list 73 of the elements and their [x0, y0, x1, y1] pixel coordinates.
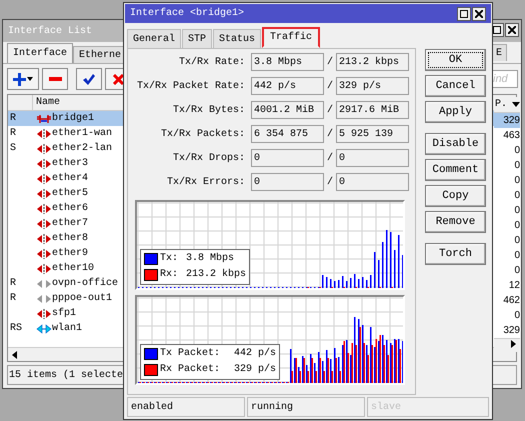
field-label: Tx/Rx Bytes:	[172, 104, 246, 118]
table-cell-text: 0	[514, 204, 520, 218]
table-cell-text: 0	[514, 174, 520, 188]
interface-name: ether1-wan	[52, 126, 112, 141]
rx-field: 0	[336, 149, 409, 167]
legend-value: 442 p/s	[234, 347, 276, 361]
tx-field: 442 p/s	[251, 77, 324, 95]
table-cell-text: 0	[514, 264, 520, 278]
legend-value: 329 p/s	[234, 363, 276, 377]
interface-name: ether4	[52, 172, 88, 186]
rx-field: 5 925 139	[336, 125, 409, 143]
rx-field: 329 p/s	[336, 77, 409, 95]
interface-name: ether2-lan	[52, 142, 112, 156]
tx-field: 3.8 Mbps	[251, 53, 324, 71]
table-cell-text: 0	[514, 309, 520, 323]
interface-name: ether9	[52, 246, 88, 261]
window-title: Interface <bridge1>	[130, 6, 244, 21]
legend-value: 213.2 kbps	[186, 268, 246, 282]
table-cell-text: 0	[514, 249, 520, 263]
table-cell-text: 0	[514, 159, 520, 173]
status-text: 15 items (1 selecte	[9, 368, 124, 382]
field-label: Tx/Rx Packet Rate:	[136, 80, 246, 94]
tx-field: 4001.2 MiB	[251, 101, 324, 119]
flag-cell-text: R	[9, 112, 18, 126]
flag-cell-text: S	[9, 142, 18, 156]
table-cell-text: 0	[514, 144, 520, 158]
separator: /	[326, 128, 334, 142]
interface-name: pppoe-out1	[52, 292, 112, 306]
flag-cell-text: R	[9, 277, 18, 291]
field-label: Tx/Rx Drops:	[172, 152, 246, 166]
rx-field: 2917.6 MiB	[336, 101, 409, 119]
legend-label: Tx Packet:	[160, 347, 222, 361]
table-cell-text: 329	[503, 324, 520, 338]
interface-name: ether5	[52, 186, 88, 201]
separator: /	[326, 56, 334, 70]
tx-field: 6 354 875	[251, 125, 324, 143]
interface-name: sfp1	[52, 306, 76, 321]
interface-name: ether6	[52, 202, 88, 216]
table-cell-text: 0	[514, 189, 520, 203]
rx-field: 213.2 kbps	[336, 53, 409, 71]
legend-label: Rx:	[160, 268, 180, 282]
tx-field: 0	[251, 149, 324, 167]
field-label: Tx/Rx Errors:	[166, 176, 246, 190]
table-cell-text: 329	[503, 114, 520, 128]
flag-cell-text: R	[9, 127, 18, 141]
table-cell-text: 12	[508, 279, 520, 293]
flag-cell-text: RS	[9, 322, 24, 336]
table-cell-text: 0	[514, 234, 520, 248]
legend-value: 3.8 Mbps	[186, 252, 234, 266]
window-title: Interface List	[8, 24, 92, 38]
interface-name: ether8	[52, 232, 88, 246]
interface-name: ether3	[52, 156, 88, 171]
interface-name: ovpn-office	[52, 276, 118, 291]
rx-field: 0	[336, 173, 409, 191]
field-label: Tx/Rx Packets:	[160, 128, 246, 142]
status-field: running	[247, 397, 365, 417]
table-cell-text: 0	[514, 219, 520, 233]
status-field: enabled	[127, 397, 245, 417]
separator: /	[326, 104, 334, 118]
legend-label: Rx Packet:	[160, 363, 222, 377]
field-label: Tx/Rx Rate:	[178, 56, 246, 70]
interface-name: bridge1	[52, 112, 94, 126]
interface-name: wlan1	[52, 322, 82, 336]
separator: /	[326, 176, 334, 190]
separator: /	[326, 152, 334, 166]
flag-cell-text: R	[9, 292, 18, 306]
table-cell-text: 463	[503, 129, 520, 143]
tx-field: 0	[251, 173, 324, 191]
interface-name: ether10	[52, 262, 94, 276]
table-cell-text: 462	[503, 294, 520, 308]
separator: /	[326, 80, 334, 94]
legend-label: Tx:	[160, 252, 180, 266]
interface-name: ether7	[52, 216, 88, 231]
